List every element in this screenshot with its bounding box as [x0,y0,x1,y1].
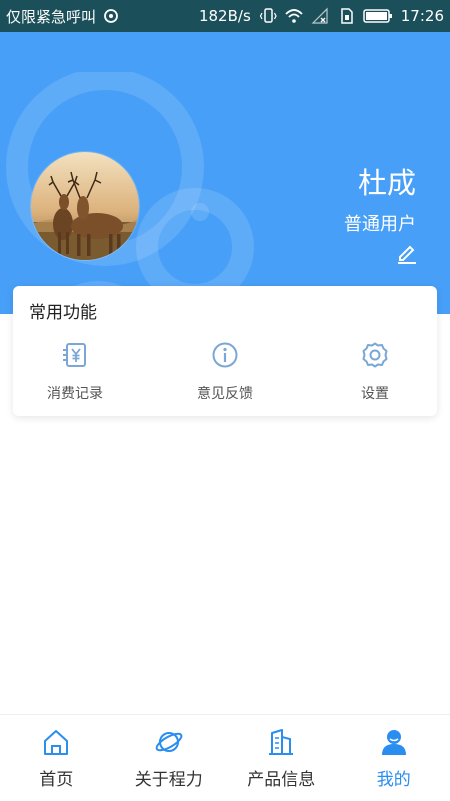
building-icon [266,727,296,757]
wifi-icon [285,7,303,25]
planet-icon [154,727,184,757]
location-icon [102,7,120,25]
nav-products[interactable]: 产品信息 [225,715,338,801]
user-name: 杜成 [358,160,416,202]
nav-mine-label: 我的 [338,765,450,790]
status-bar: 仅限紧急呼叫 182B/s 17:26 [0,0,450,32]
vibrate-icon [259,7,277,25]
consumption-record-button[interactable]: 消费记录 [15,341,135,403]
nav-products-label: 产品信息 [225,765,338,790]
bottom-nav: 首页 关于程力 产品信息 我的 [0,714,450,801]
nav-mine[interactable]: 我的 [338,715,450,801]
settings-label: 设置 [315,383,435,403]
settings-button[interactable]: 设置 [315,341,435,403]
gear-icon [361,341,389,369]
nav-home[interactable]: 首页 [0,715,113,801]
card-title: 常用功能 [29,298,97,323]
no-signal-icon [311,7,329,25]
bill-yen-icon [61,341,89,369]
sim-icon [337,7,355,25]
network-speed: 182B/s [199,7,251,25]
nav-home-label: 首页 [0,765,113,790]
nav-about[interactable]: 关于程力 [113,715,226,801]
common-functions-card: 常用功能 消费记录 意见反馈 设置 [13,286,437,416]
profile-header: 杜成 普通用户 [0,32,450,314]
home-icon [41,727,71,757]
avatar[interactable] [31,152,139,260]
battery-icon [363,8,393,24]
status-time: 17:26 [401,7,444,25]
nav-about-label: 关于程力 [113,765,226,790]
pencil-icon[interactable] [396,242,418,264]
user-icon [379,727,409,757]
deer-photo [31,152,139,260]
carrier-text: 仅限紧急呼叫 [6,6,96,27]
consumption-record-label: 消费记录 [15,383,135,403]
feedback-button[interactable]: 意见反馈 [165,341,285,403]
info-icon [211,341,239,369]
feedback-label: 意见反馈 [165,383,285,403]
user-role: 普通用户 [344,210,416,236]
